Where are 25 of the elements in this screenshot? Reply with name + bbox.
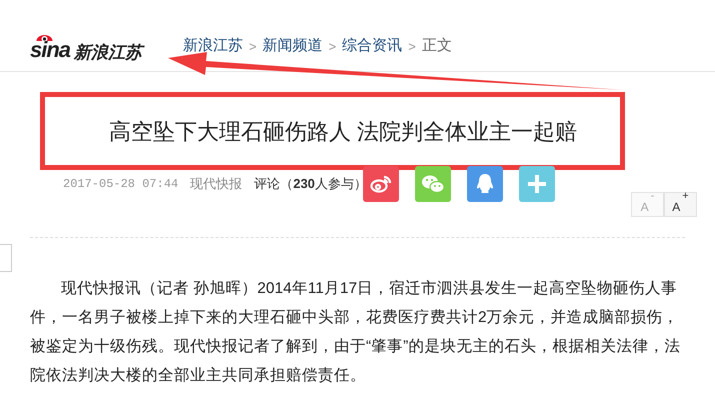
breadcrumb-link[interactable]: 综合资讯 — [342, 35, 402, 58]
breadcrumb-separator: > — [408, 38, 416, 56]
share-button[interactable] — [467, 166, 503, 202]
breadcrumb-link[interactable]: 新闻频道 — [262, 35, 323, 58]
logo-text: 新浪江苏 — [74, 44, 142, 60]
weibo-icon — [370, 175, 392, 193]
penguin-icon — [476, 173, 494, 195]
comments-link[interactable]: 评论（230人参与） — [254, 174, 367, 194]
article-title: 高空坠下大理石砸伤路人 法院判全体业主一起赔 — [109, 118, 578, 146]
plus-icon — [526, 173, 548, 195]
breadcrumb-separator: > — [249, 38, 257, 56]
logo[interactable]: sina 新浪江苏 — [30, 32, 180, 60]
share-button[interactable] — [519, 166, 555, 202]
source-name: 现代快报 — [190, 175, 242, 193]
publish-date: 2017-05-28 07:44 — [63, 176, 178, 193]
article-paragraph: 现代快报讯（记者 孙旭晖）2014年11月17日，宿迁市泗洪县发生一起高空坠物砸伤人事件，一名男子被楼上掉下来的大理石砸中头部，花费医疗费共计2万余元，并造成脑部损伤，被鉴定为十级伤残。现代快报记者了解到，由于“肇事”的是块无主的石头，根据相关法律，法院依法判决大楼的全部业主共同承担赔偿责任。 — [30, 279, 682, 386]
breadcrumb-link[interactable]: 新浪江苏 — [183, 35, 243, 58]
share-button[interactable] — [415, 166, 451, 202]
eye-logo-icon — [36, 32, 53, 42]
chat-bubbles-icon — [421, 174, 445, 194]
breadcrumb-link[interactable]: 正文 — [422, 35, 452, 58]
share-button[interactable] — [363, 166, 399, 202]
side-tab[interactable] — [0, 244, 12, 272]
logo-mark: sina — [30, 38, 70, 60]
breadcrumb-separator: > — [328, 38, 336, 56]
